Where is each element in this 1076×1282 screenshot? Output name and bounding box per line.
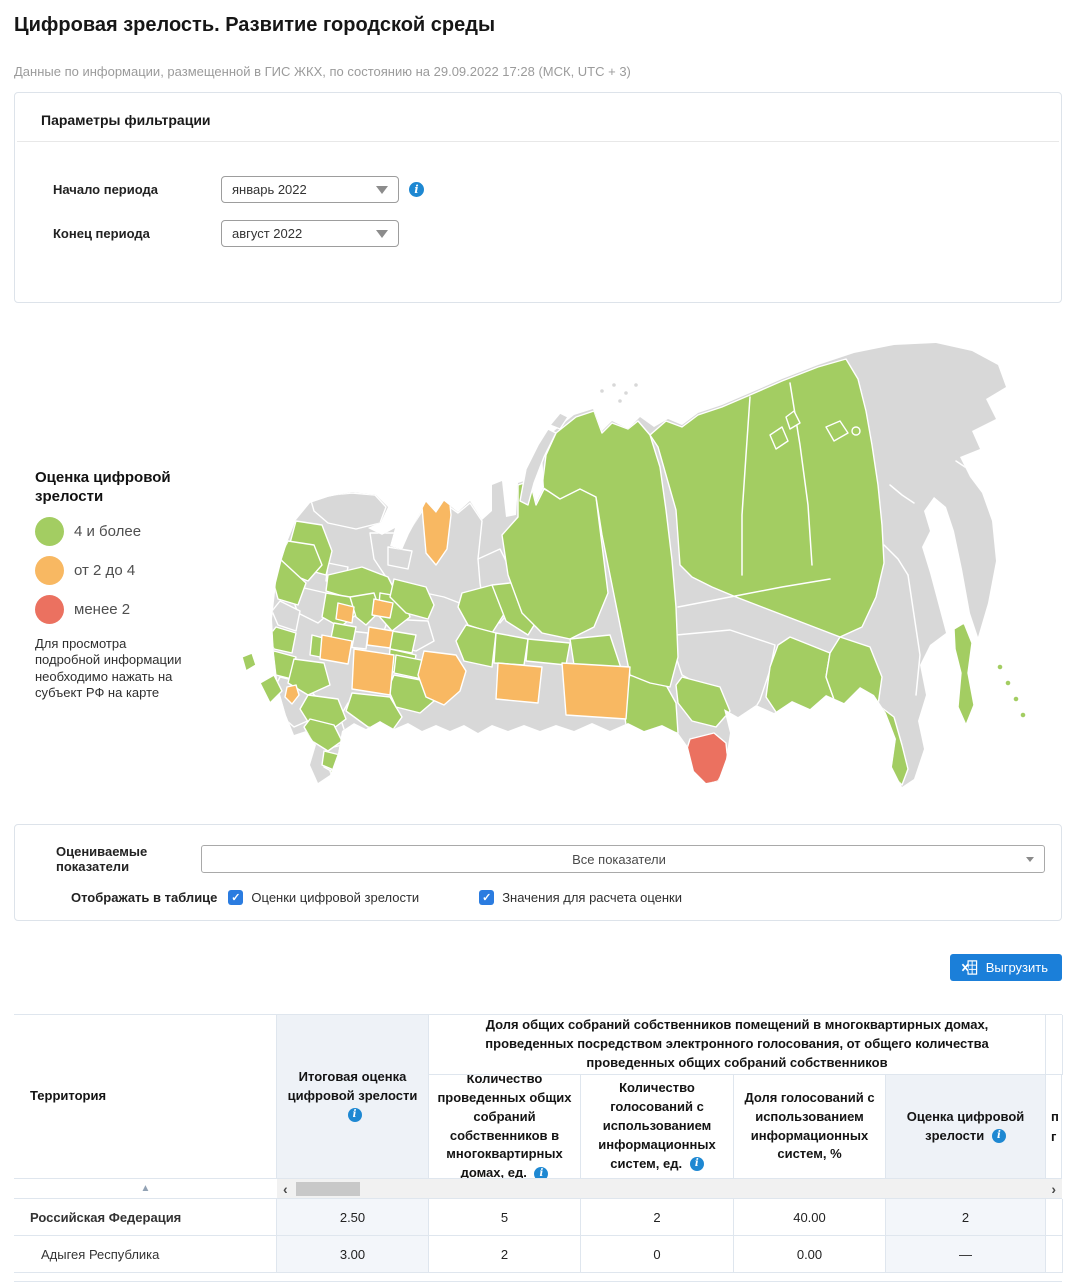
- checkbox-scores-label: Оценки цифровой зрелости: [251, 890, 419, 905]
- table-cell: [1046, 1199, 1063, 1236]
- table-row-territory[interactable]: Адыгея Республика: [14, 1236, 277, 1273]
- export-button-label: Выгрузить: [986, 960, 1048, 975]
- column-header-meetings-count[interactable]: Количество проведенных общих собраний со…: [429, 1075, 581, 1179]
- chevron-down-icon: [376, 186, 388, 194]
- period-end-value: август 2022: [232, 226, 302, 241]
- period-end-label: Конец периода: [53, 226, 221, 241]
- excel-icon: [961, 959, 978, 976]
- legend-label: менее 2: [74, 601, 130, 618]
- legend-label: от 2 до 4: [74, 562, 135, 579]
- checkbox-values-label: Значения для расчета оценки: [502, 890, 682, 905]
- legend-swatch-orange: [35, 556, 64, 585]
- column-header-label: Количество проведенных общих собраний со…: [437, 1075, 571, 1179]
- checkbox-group: ✓ Значения для расчета оценки: [479, 890, 682, 905]
- table-cell: 3.00: [277, 1236, 429, 1273]
- filter-panel: Параметры фильтрации Начало периода янва…: [14, 92, 1062, 303]
- indicators-select[interactable]: Все показатели: [201, 845, 1045, 873]
- display-in-table-label: Отображать в таблице: [71, 890, 217, 905]
- dashboard-page: Цифровая зрелость. Развитие городской ср…: [0, 0, 1076, 1276]
- scroll-right-icon[interactable]: ›: [1051, 1182, 1056, 1196]
- table-cell: 0.00: [734, 1236, 886, 1273]
- column-header-label: Доля голосований с использованием информ…: [744, 1090, 874, 1162]
- column-header-votes-share[interactable]: Доля голосований с использованием информ…: [734, 1075, 886, 1179]
- checkbox-group: ✓ Оценки цифровой зрелости: [228, 890, 419, 905]
- period-start-select[interactable]: январь 2022: [221, 176, 399, 203]
- checkbox-values[interactable]: ✓: [479, 890, 494, 905]
- period-end-select[interactable]: август 2022: [221, 220, 399, 247]
- table-cell: —: [886, 1236, 1046, 1273]
- clipped-column-header: п г: [1046, 1075, 1062, 1179]
- info-icon[interactable]: i: [690, 1157, 704, 1171]
- map-section: Оценка цифровой зрелости 4 и более от 2 …: [14, 333, 1062, 816]
- legend-label: 4 и более: [74, 523, 141, 540]
- table-cell: 5: [429, 1199, 581, 1236]
- clipped-text: п: [1051, 1107, 1059, 1127]
- indicators-select-label: Оцениваемые показатели: [15, 844, 201, 874]
- table-cell: 2: [581, 1199, 734, 1236]
- column-header-total-score[interactable]: Итоговая оценка цифровой зрелости i: [277, 1015, 429, 1179]
- legend-title: Оценка цифровой зрелости: [35, 469, 200, 507]
- scroll-left-icon[interactable]: ‹: [283, 1182, 288, 1196]
- scrollbar-thumb[interactable]: [296, 1182, 360, 1196]
- legend-swatch-green: [35, 517, 64, 546]
- page-title: Цифровая зрелость. Развитие городской ср…: [14, 14, 1062, 37]
- info-icon[interactable]: i: [992, 1129, 1006, 1143]
- period-start-label: Начало периода: [53, 182, 221, 197]
- legend-item: от 2 до 4: [35, 556, 200, 585]
- horizontal-scrollbar[interactable]: ‹ ›: [277, 1179, 1062, 1199]
- legend-item: 4 и более: [35, 517, 200, 546]
- legend-note: Для просмотра подробной информации необх…: [35, 636, 193, 703]
- digital-maturity-table: Территория Итоговая оценка цифровой зрел…: [14, 1014, 1062, 1276]
- period-start-value: январь 2022: [232, 182, 307, 197]
- checkbox-scores[interactable]: ✓: [228, 890, 243, 905]
- table-group-header: Доля общих собраний собственников помеще…: [429, 1015, 1046, 1075]
- sort-asc-icon[interactable]: ▲: [14, 1179, 277, 1199]
- legend-swatch-red: [35, 595, 64, 624]
- column-header-label: Итоговая оценка цифровой зрелости: [288, 1069, 418, 1103]
- column-header-maturity-score[interactable]: Оценка цифровой зрелости i: [886, 1075, 1046, 1179]
- filter-panel-title: Параметры фильтрации: [15, 93, 1061, 141]
- table-cell: 0: [581, 1236, 734, 1273]
- export-button[interactable]: Выгрузить: [950, 954, 1062, 981]
- table-cell: 40.00: [734, 1199, 886, 1236]
- clipped-group-header: [1046, 1015, 1063, 1075]
- info-icon[interactable]: i: [409, 182, 424, 197]
- chevron-down-icon: [1026, 857, 1034, 862]
- chevron-down-icon: [376, 230, 388, 238]
- table-cell: 2: [886, 1199, 1046, 1236]
- column-header-label: Оценка цифровой зрелости: [907, 1109, 1025, 1143]
- info-icon[interactable]: i: [534, 1167, 548, 1179]
- table-cell: [1046, 1236, 1063, 1273]
- column-header-votes-count[interactable]: Количество голосований с использованием …: [581, 1075, 734, 1179]
- table-cell: 2: [429, 1236, 581, 1273]
- table-row-territory[interactable]: Российская Федерация: [14, 1199, 277, 1236]
- indicators-select-value: Все показатели: [212, 852, 1026, 867]
- scrollbar-track[interactable]: [293, 1182, 1047, 1196]
- map-legend: Оценка цифровой зрелости 4 и более от 2 …: [35, 469, 200, 702]
- table-cell: 2.50: [277, 1199, 429, 1236]
- russia-choropleth-map[interactable]: [230, 335, 1070, 815]
- legend-item: менее 2: [35, 595, 200, 624]
- indicators-panel: Оцениваемые показатели Все показатели От…: [14, 824, 1062, 921]
- data-as-of-note: Данные по информации, размещенной в ГИС …: [14, 64, 1062, 79]
- column-header-territory[interactable]: Территория: [14, 1015, 277, 1179]
- clipped-text: г: [1051, 1127, 1056, 1147]
- info-icon[interactable]: i: [348, 1108, 362, 1122]
- cut-off-row: [14, 1273, 1062, 1282]
